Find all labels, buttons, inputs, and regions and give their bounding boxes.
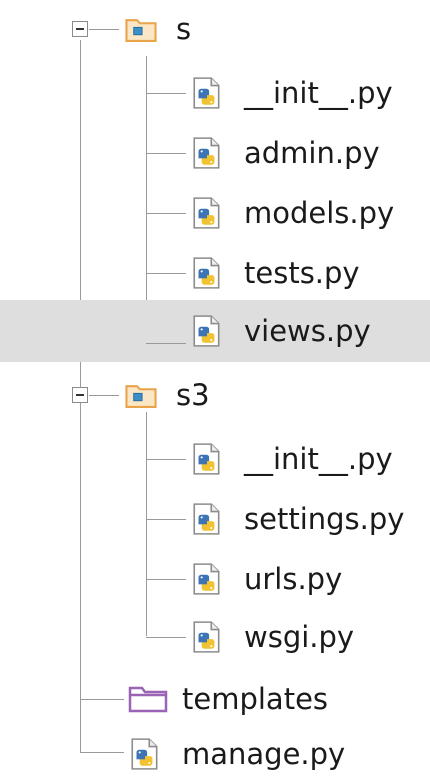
file-label: tests.py <box>244 256 360 290</box>
tree-node-package-s[interactable]: s <box>0 0 430 58</box>
tree-connector <box>146 343 186 344</box>
tree-connector <box>80 752 124 753</box>
file-label: models.py <box>244 196 395 230</box>
tree-node-file-manage[interactable]: manage.py <box>0 725 430 783</box>
package-folder-icon <box>124 382 158 409</box>
tree-node-file[interactable]: wsgi.py <box>0 608 430 666</box>
package-folder-icon <box>124 16 158 43</box>
collapse-toggle-icon[interactable] <box>72 21 88 37</box>
tree-node-file[interactable]: __init__.py <box>0 430 430 488</box>
folder-icon <box>128 685 168 713</box>
tree-connector <box>146 213 186 214</box>
file-label: wsgi.py <box>244 620 355 654</box>
tree-node-file[interactable]: tests.py <box>0 244 430 302</box>
file-label: __init__.py <box>244 442 393 476</box>
tree-connector <box>146 519 186 520</box>
tree-connector <box>146 273 186 274</box>
file-label: urls.py <box>244 562 343 596</box>
python-file-icon <box>190 136 224 170</box>
file-label: views.py <box>244 314 371 348</box>
file-label: settings.py <box>244 502 405 536</box>
tree-node-file[interactable]: urls.py <box>0 550 430 608</box>
tree-connector <box>146 579 186 580</box>
tree-node-package-s3[interactable]: s3 <box>0 366 430 424</box>
tree-connector <box>89 395 119 396</box>
file-label: admin.py <box>244 136 380 170</box>
python-file-icon <box>128 737 162 771</box>
python-file-icon <box>190 314 224 348</box>
folder-label: templates <box>182 682 329 716</box>
package-label: s3 <box>176 378 210 412</box>
tree-node-file[interactable]: __init__.py <box>0 64 430 122</box>
tree-connector <box>146 153 186 154</box>
python-file-icon <box>190 502 224 536</box>
collapse-toggle-icon[interactable] <box>72 387 88 403</box>
python-file-icon <box>190 562 224 596</box>
python-file-icon <box>190 256 224 290</box>
package-label: s <box>176 12 192 46</box>
tree-connector <box>89 29 119 30</box>
tree-node-file[interactable]: admin.py <box>0 124 430 182</box>
python-file-icon <box>190 442 224 476</box>
tree-connector <box>146 459 186 460</box>
python-file-icon <box>190 196 224 230</box>
python-file-icon <box>190 76 224 110</box>
tree-connector <box>146 93 186 94</box>
file-label: manage.py <box>182 737 346 771</box>
file-label: __init__.py <box>244 76 393 110</box>
project-tree: s __init__.py admin.py models.py tests.p… <box>0 0 430 783</box>
tree-node-file[interactable]: settings.py <box>0 490 430 548</box>
tree-connector <box>80 699 124 700</box>
python-file-icon <box>190 620 224 654</box>
tree-node-file-selected[interactable]: views.py <box>0 300 430 362</box>
tree-node-folder-templates[interactable]: templates <box>0 670 430 728</box>
tree-node-file[interactable]: models.py <box>0 184 430 242</box>
tree-connector <box>146 637 186 638</box>
